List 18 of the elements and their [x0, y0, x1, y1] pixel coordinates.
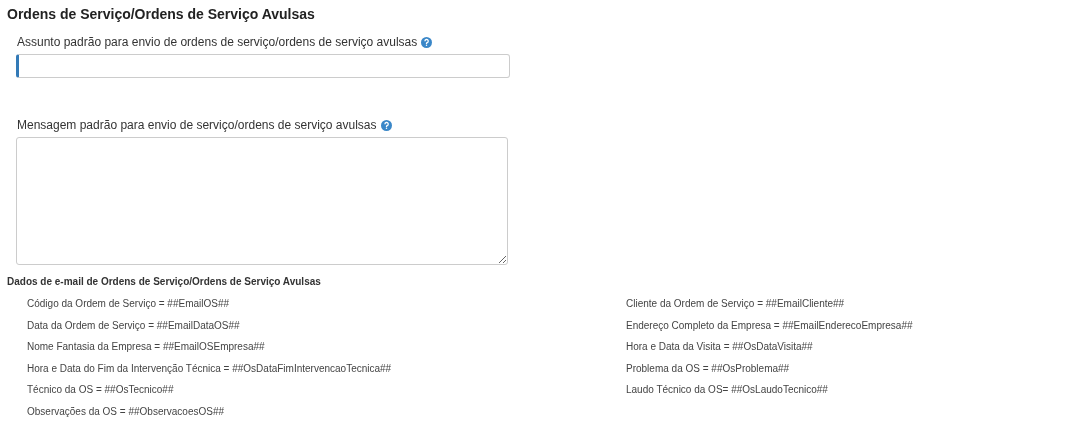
variable-text: Hora e Data do Fim da Intervenção Técnica = ##OsDataFimIntervencaoTecnica##: [27, 362, 393, 376]
field-label: Mensagem padrão para envio de serviço/ordens de serviço avulsas: [17, 118, 377, 132]
input-field[interactable]: [16, 54, 510, 78]
variable-text: Técnico da OS = ##OsTecnico##: [27, 384, 175, 397]
variable-text: Problema da OS = ##OsProblema##: [626, 362, 791, 376]
subsection-title: Dados de e-mail de Ordens de Serviço/Ordens de Serviço Avulsas: [7, 276, 322, 288]
help-icon[interactable]: [421, 36, 433, 48]
field-label: Assunto padrão para envio de ordens de serviço/ordens de serviço avulsas: [17, 35, 418, 49]
variable-text: Laudo Técnico da OS= ##OsLaudoTecnico##: [626, 384, 829, 397]
variable-text: Endereço Completo da Empresa = ##EmailEnderecoEmpresa##: [626, 319, 913, 333]
variable-text: Data da Ordem de Serviço = ##EmailDataOS##: [27, 319, 241, 333]
variable-text: Hora e Data da Visita = ##OsDataVisita##: [626, 341, 814, 354]
variable-text: Código da Ordem de Serviço = ##EmailOS##: [27, 298, 231, 311]
variable-text: Nome Fantasia da Empresa = ##EmailOSEmpresa##: [27, 341, 266, 354]
help-icon[interactable]: [380, 119, 392, 131]
variable-text: Cliente da Ordem de Serviço = ##EmailCliente##: [626, 298, 846, 311]
variable-text: Observações da OS = ##ObservacoesOS##: [27, 405, 226, 419]
section-title: Ordens de Serviço/Ordens de Serviço Avulsas: [7, 5, 316, 23]
